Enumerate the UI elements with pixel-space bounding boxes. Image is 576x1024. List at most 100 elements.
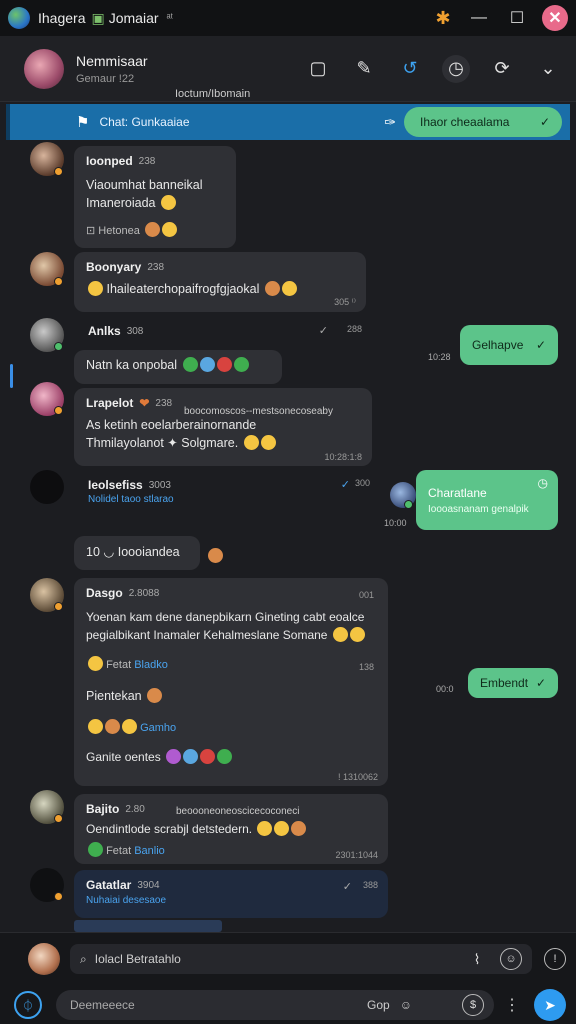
input-right-label: Gop	[367, 998, 390, 1012]
message-time: 388	[362, 880, 378, 890]
pin-icon: ⚑	[76, 114, 90, 131]
timer-icon[interactable]: $	[462, 994, 484, 1016]
send-button[interactable]: ➤	[534, 989, 566, 1021]
window-title: Ihagera	[38, 10, 86, 26]
refresh-icon[interactable]: ⟳	[488, 55, 516, 83]
sender-name[interactable]: Ioonped	[86, 154, 133, 168]
outgoing-message[interactable]: Charatlane Ioooasnanam genalpik ◷	[416, 470, 558, 530]
message-subtext: Fetat Banlio	[86, 842, 376, 857]
sender-name[interactable]: Bajito	[86, 802, 119, 816]
message-bubble[interactable]: 10 ◡ Ioooiandea	[74, 536, 200, 570]
avatar[interactable]	[24, 48, 64, 89]
status-dot	[54, 814, 63, 823]
minimize-button[interactable]: —	[466, 5, 492, 31]
emoji-icon	[217, 749, 233, 764]
more-icon[interactable]: ⋮	[502, 995, 522, 1015]
sender-name[interactable]: Dasgo	[86, 586, 123, 600]
banner-action-button[interactable]: Ihaor cheaalama ✓	[404, 107, 562, 137]
call-icon[interactable]: ↺	[396, 55, 424, 83]
more-icon[interactable]: ⌄	[534, 55, 562, 83]
outgoing-message[interactable]: Embendt ✓	[468, 668, 558, 698]
mic-icon[interactable]: ⏀	[14, 991, 42, 1019]
emoji-icon	[332, 627, 348, 642]
message-link[interactable]: Bladko	[134, 659, 168, 671]
chat-header: Nemmisaar Gemaur !22 ▢ ✎ ↺ ◷ ⟳ ⌄	[0, 36, 576, 102]
avatar[interactable]	[30, 470, 64, 504]
close-button[interactable]: ✕	[542, 5, 568, 31]
sender-name[interactable]: Anlks	[88, 324, 121, 338]
message-time: 2301:1044	[335, 850, 378, 860]
avatar[interactable]	[28, 943, 60, 975]
message-link[interactable]: Banlio	[134, 845, 165, 857]
message-subtext: Nuhaiai desesaoe	[86, 895, 167, 906]
chat-subtitle: Gemaur !22	[76, 72, 135, 85]
read-check-icon: ✓	[342, 881, 352, 893]
clock-icon: ◷	[537, 476, 548, 490]
message-text: Thmilayolanot ✦ Solgmare.	[86, 434, 360, 452]
message-bubble[interactable]: Gatatlar 3904 Nuhaiai desesaoe ✓ 388	[74, 870, 388, 918]
pinned-banner[interactable]: ⚑ Chat: Gunkaaiae ✑ Ihaor cheaalama ✓	[6, 104, 570, 140]
emoji-icon	[182, 357, 198, 372]
message-bubble[interactable]: Ioonped 238 Viaoumhat banneikal Imaneroia…	[74, 146, 236, 248]
message-time: ! 1310062	[337, 772, 378, 782]
emoji-icon	[88, 719, 103, 734]
info-icon[interactable]: !	[544, 948, 566, 970]
message-bubble[interactable]: Boonyary 238 Ihaileaterchopaifrogfgjaokal…	[74, 252, 366, 312]
attach-icon[interactable]: ⌇	[466, 948, 488, 970]
emoji-icon	[183, 749, 199, 764]
reply-field[interactable]: ⌕ Iolacl Betratahlo ⌇ ☺	[70, 944, 532, 974]
emoji-icon	[208, 548, 223, 563]
message-time: 138	[358, 662, 374, 672]
emoji-icon	[200, 749, 216, 764]
media-preview[interactable]	[74, 920, 222, 932]
window-title-extra: Jomaiar	[108, 10, 159, 26]
message-bubble[interactable]: Dasgo 2.8088 001 Yoenan kam dene danepbik…	[74, 578, 388, 786]
sticker-icon[interactable]: ☺	[400, 998, 412, 1012]
message-title: Charatlane	[428, 486, 487, 500]
composer: ⌕ Iolacl Betratahlo ⌇ ☺ ! ⏀ Deemeeece Go…	[0, 932, 576, 1024]
message-list[interactable]: Ioonped 238 Viaoumhat banneikal Imaneroia…	[0, 142, 576, 932]
heart-icon: ❤	[139, 396, 150, 410]
sender-name[interactable]: Lrapelot	[86, 396, 133, 410]
emoji-icon	[291, 821, 307, 836]
message-header[interactable]: Anlks 308 ✓ 288	[88, 324, 378, 344]
emoji-icon	[264, 281, 280, 296]
brush-icon[interactable]: ✑	[384, 114, 396, 131]
message-preview: boocomoscos--mestsonecoseaby	[184, 406, 333, 417]
message-time: 001	[358, 590, 374, 600]
status-dot	[54, 602, 63, 611]
message-text: Viaoumhat banneikal	[86, 178, 203, 192]
gallery-icon[interactable]: ◷	[442, 54, 470, 83]
notes-icon[interactable]: ▢	[304, 55, 332, 83]
sender-name[interactable]: Boonyary	[86, 260, 141, 274]
message-bubble[interactable]: Bajito 2.80 beoooneoneoscicecoconeci Oend…	[74, 794, 388, 864]
message-time: 305 ⁽⁾	[334, 297, 356, 307]
edit-icon[interactable]: ✎	[350, 55, 378, 83]
chat-name[interactable]: Nemmisaar	[76, 53, 148, 69]
reply-placeholder: Iolacl Betratahlo	[94, 952, 181, 966]
emoji-icon	[257, 821, 273, 836]
message-text: 10 ◡ Ioooiandea	[86, 545, 180, 559]
outgoing-message[interactable]: Gelhapve ✓	[460, 325, 558, 365]
sender-name[interactable]: Gatatlar	[86, 878, 131, 892]
emoji-icon[interactable]: ☺	[500, 948, 522, 970]
sender-badge: 238	[138, 155, 156, 167]
emoji-icon	[199, 357, 215, 372]
sender-name[interactable]: Ieolsefiss	[88, 478, 143, 492]
emoji-icon	[105, 719, 120, 734]
emoji-icon	[88, 656, 103, 671]
message-time: 300	[354, 478, 370, 488]
message-header[interactable]: Ieolsefiss 3003 Nolidel taoo stlarao ✓ 30…	[88, 478, 378, 514]
message-link[interactable]: Gamho	[140, 722, 176, 734]
message-bubble[interactable]: Natn ka onpobal	[74, 350, 282, 384]
window-title-icon: ▣	[91, 9, 105, 26]
message-input[interactable]: Deemeeece Gop ☺ $	[56, 990, 494, 1020]
check-icon: ✓	[539, 115, 550, 129]
emoji-icon	[260, 435, 276, 450]
message-text: Embendt	[480, 676, 529, 690]
maximize-button[interactable]: ☐	[504, 5, 530, 31]
paw-icon[interactable]: ✱	[432, 7, 454, 29]
reply-row: ⌕ Iolacl Betratahlo ⌇ ☺ !	[0, 939, 576, 979]
message-bubble[interactable]: Lrapelot ❤ 238 boocomoscos--mestsonecoseab…	[74, 388, 372, 466]
sender-badge: 238	[147, 261, 165, 273]
